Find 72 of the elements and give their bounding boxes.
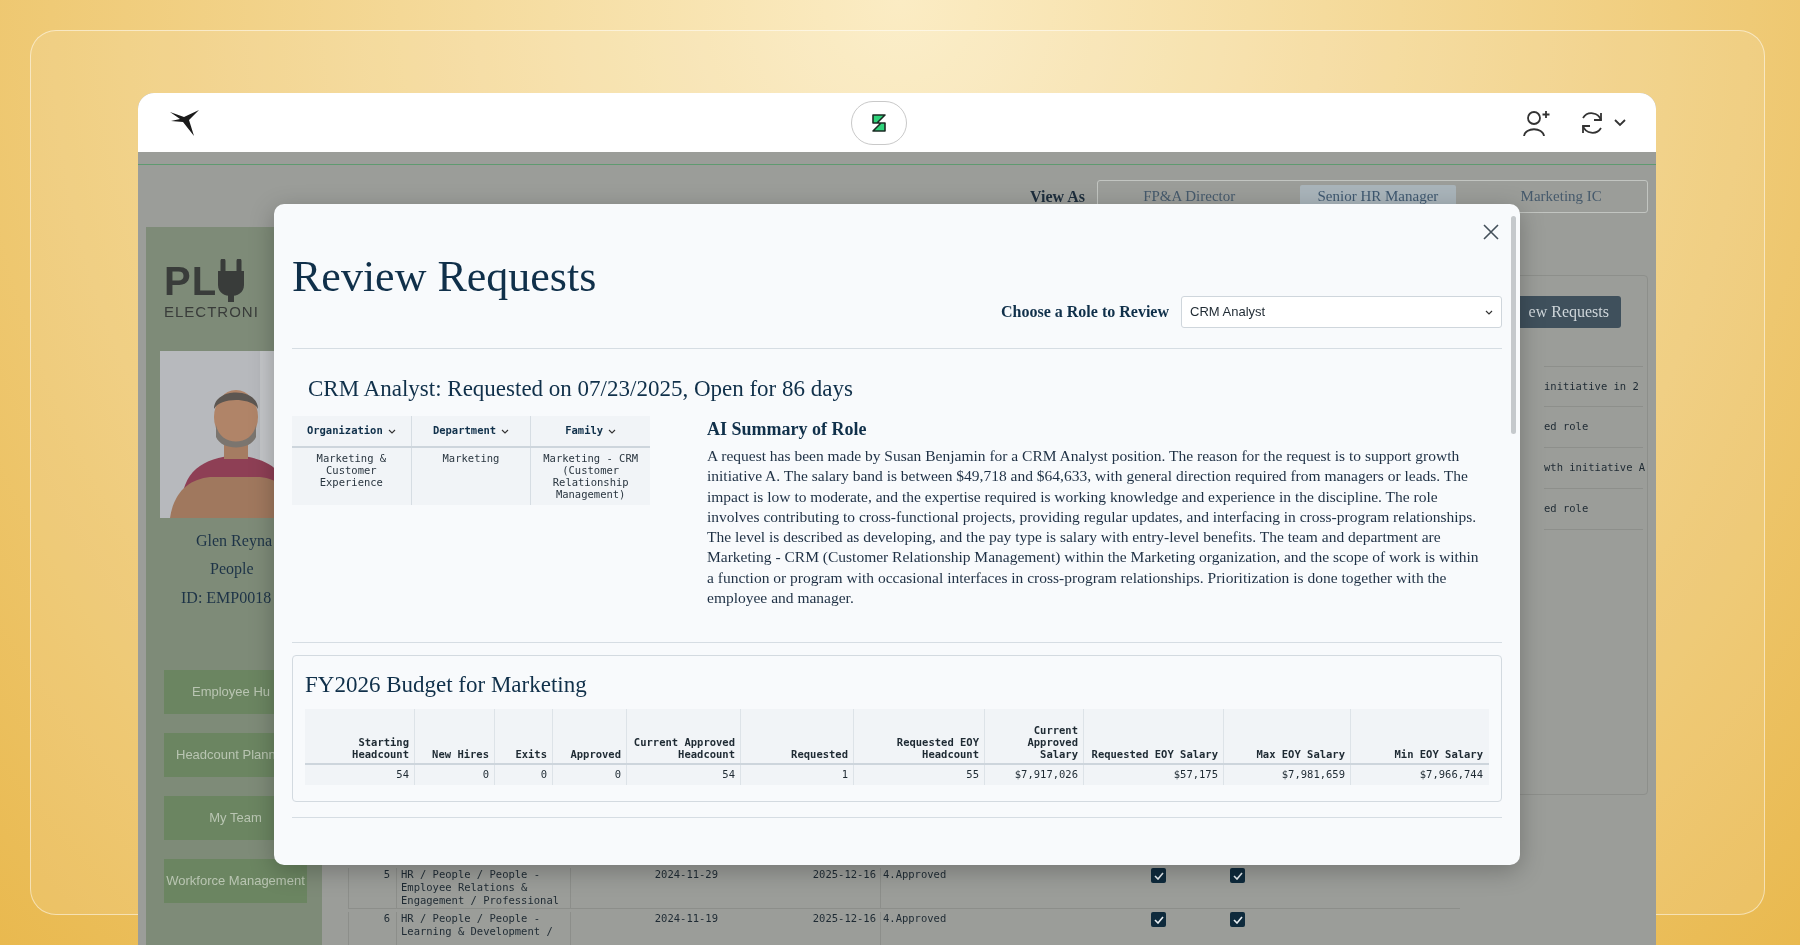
table-cell: 4.Approved — [880, 868, 1070, 908]
chevron-down-icon[interactable] — [387, 428, 396, 434]
column-header: Requested — [740, 709, 853, 763]
column-header: Requested EOY Headcount — [853, 709, 984, 763]
checkbox[interactable] — [1230, 912, 1245, 927]
table-cell: HR / People / People - Employee Relations & Engagement / Professional — [396, 868, 570, 908]
view-as-tab[interactable]: FP&A Director — [1125, 184, 1254, 209]
add-user-icon[interactable] — [1522, 108, 1552, 137]
note-text: wth initiative A — [1544, 460, 1646, 476]
column-header: Current Approved Headcount — [626, 709, 740, 763]
view-as-label: View As — [1030, 186, 1085, 207]
chevron-down-icon[interactable] — [501, 428, 510, 434]
table-cell-text: Marketing & Customer Experience — [315, 451, 388, 490]
table-cell-text: 2025-12-16 — [811, 868, 877, 882]
role-picker-label: Choose a Role to Review — [1001, 302, 1169, 322]
note-text: initiative in 2 — [1544, 378, 1639, 394]
table-cell: $57,175 — [1083, 765, 1223, 785]
column-header: Min EOY Salary — [1350, 709, 1488, 763]
table-cell: 2024-11-19 — [570, 912, 722, 945]
table-cell: 54 — [626, 765, 740, 785]
budget-title: FY2026 Budget for Marketing — [305, 672, 587, 697]
row-number: 6 — [348, 912, 396, 945]
table-cell: 55 — [853, 765, 984, 785]
employee-id: ID: EMP0018 — [181, 588, 272, 608]
checkbox[interactable] — [1151, 868, 1166, 883]
close-icon[interactable] — [1483, 224, 1499, 240]
employee-department: People — [210, 559, 254, 579]
table-cell-text: 2025-12-16 — [811, 912, 877, 926]
table-cell: $7,981,659 — [1223, 765, 1350, 785]
column-header[interactable]: Family — [530, 416, 650, 446]
modal-title: Review Requests — [292, 252, 597, 302]
row-number: 5 — [348, 868, 396, 908]
summary-paragraph: A request has been made by Susan Benjamin for a CRM Analyst position. The reason for the request is to support growth initiative A. The salary band is between $49,718 and $64,633, with general direction required from managers or leads. The impact is low to moderate, and the expertise required is working knowledge and experience in the discipline. The role involves contributing to cross-functional projects, providing regular updates, and interfacing in cross-program relationships. The level is described as developing, and the pay type is salary with entry-level benefits. The team and department are Marketing - CRM (Customer Relationship Management) within the Marketing organization, and the scope of work is within a function or program with occasional interfaces in cross-program relationships. Prioritization is done together with the employee and manager. — [707, 446, 1480, 609]
table-cell: 0 — [494, 765, 552, 785]
employee-name: Glen Reyna — [196, 531, 272, 551]
table-cell: Marketing — [410, 448, 531, 505]
table-cell: 4.Approved — [880, 912, 1070, 945]
column-header: Approved — [552, 709, 626, 763]
app-switcher-button[interactable] — [851, 100, 907, 145]
table-cell: 2024-11-29 — [570, 868, 722, 908]
table-cell: HR / People / People - Learning & Development / — [396, 912, 570, 945]
scrollbar-thumb[interactable] — [1511, 216, 1516, 434]
column-header: Requested EOY Salary — [1083, 709, 1223, 763]
table-cell: $7,917,026 — [984, 765, 1083, 785]
view-as-tab[interactable]: Marketing IC — [1502, 184, 1620, 209]
column-header[interactable]: Department — [410, 416, 531, 446]
column-header[interactable]: Organization — [292, 416, 411, 446]
table-cell: 0 — [414, 765, 494, 785]
table-cell: Marketing - CRM (Customer Relationship Management) — [530, 448, 650, 505]
table-cell: $7,966,744 — [1350, 765, 1488, 785]
table-cell: 1 — [740, 765, 853, 785]
summary-heading: AI Summary of Role — [707, 418, 868, 440]
column-header: Max EOY Salary — [1223, 709, 1350, 763]
note-text: ed role — [1544, 501, 1589, 517]
column-header: New Hires — [414, 709, 494, 763]
nav-button[interactable]: Workforce Management — [164, 859, 307, 903]
column-header: Current Approved Salary — [984, 709, 1083, 763]
chevron-down-icon — [1485, 309, 1493, 315]
note-text: ed role — [1544, 419, 1589, 435]
table-cell: 0 — [552, 765, 626, 785]
column-header: Starting Headcount — [351, 735, 410, 762]
request-title: CRM Analyst: Requested on 07/23/2025, Open for 86 days — [308, 375, 854, 403]
column-header: Exits — [494, 709, 552, 763]
table-cell-text: 54 — [395, 767, 410, 783]
checkbox[interactable] — [1151, 912, 1166, 927]
chevron-down-icon[interactable] — [1614, 118, 1626, 127]
logo-subtitle: ELECTRONI — [164, 303, 259, 321]
checkbox[interactable] — [1230, 868, 1245, 883]
plug-icon — [217, 259, 246, 303]
chevron-down-icon[interactable] — [608, 428, 617, 434]
logo-text: PL — [164, 261, 218, 301]
role-select[interactable]: CRM Analyst — [1181, 296, 1502, 328]
